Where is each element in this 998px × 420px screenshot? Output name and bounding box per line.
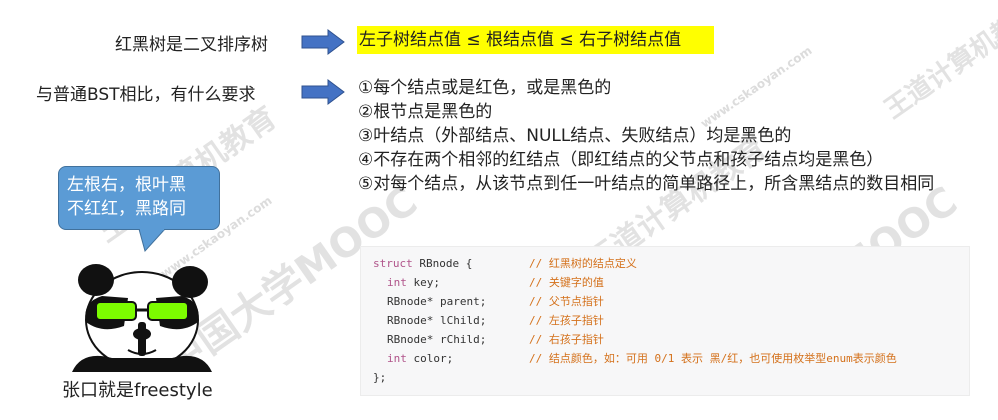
compare-bst-label: 与普通BST相比，有什么要求 [36, 85, 256, 105]
code-keyword: int [387, 352, 407, 365]
code-line: int key; [387, 274, 440, 292]
code-line: RBnode* rChild; [387, 331, 486, 349]
bst-property-highlight: 左子树结点值 ≤ 根结点值 ≤ 右子树结点值 [357, 26, 714, 54]
bubble-line: 左根右，根叶黑 [67, 175, 186, 195]
code-text: RBnode* parent; [387, 295, 487, 308]
requirement-item: ①每个结点或是红色，或是黑色的 [358, 78, 612, 98]
code-block: struct RBnode { // 红黑树的结点定义 int key; // 关键字… [360, 246, 970, 396]
requirement-item: ⑤对每个结点，从该节点到任一叶结点的简单路径上，所含黑结点的数目相同 [358, 174, 935, 194]
code-text: RBnode* lChild; [387, 314, 487, 327]
code-keyword: struct [373, 257, 413, 270]
right-arrow-icon [301, 79, 345, 105]
code-comment: // 红黑树的结点定义 [529, 257, 637, 270]
bubble-tail [138, 229, 166, 253]
code-line: RBnode* lChild; [387, 312, 486, 330]
code-comment: // 关键字的值 [529, 276, 604, 289]
code-line: }; [373, 369, 386, 387]
code-comment: // 结点颜色，如：可用 0/1 表示 黑/红，也可使用枚举型enum表示颜色 [529, 352, 897, 365]
code-comment: // 父节点指针 [529, 295, 604, 308]
requirement-item: ④不存在两个相邻的红结点（即红结点的父节点和孩子结点均是黑色） [358, 150, 884, 170]
mnemonic-bubble: 左根右，根叶黑 不红红，黑路同 [58, 166, 220, 230]
bubble-line: 不红红，黑路同 [67, 199, 186, 219]
rbtree-bst-label: 红黑树是二叉排序树 [115, 35, 268, 55]
panda-meme-image [72, 264, 212, 372]
code-text: RBnode { [412, 257, 473, 270]
code-line: int color; [387, 350, 453, 368]
code-text: key; [406, 276, 440, 289]
code-text: }; [373, 371, 387, 384]
requirement-item: ②根节点是黑色的 [358, 102, 493, 122]
right-arrow-icon [301, 29, 345, 55]
code-text: RBnode* rChild; [387, 333, 487, 346]
code-line: struct RBnode { [373, 255, 472, 273]
panda-caption: 张口就是freestyle [62, 380, 213, 401]
code-comment: // 左孩子指针 [529, 314, 604, 327]
requirement-item: ③叶结点（外部结点、NULL结点、失败结点）均是黑色的 [358, 126, 792, 146]
code-text: color; [406, 352, 454, 365]
requirements-list: ①每个结点或是红色，或是黑色的 ②根节点是黑色的 ③叶结点（外部结点、NULL结… [358, 76, 978, 196]
code-keyword: int [387, 276, 407, 289]
code-comment: // 右孩子指针 [529, 333, 604, 346]
code-line: RBnode* parent; [387, 293, 486, 311]
